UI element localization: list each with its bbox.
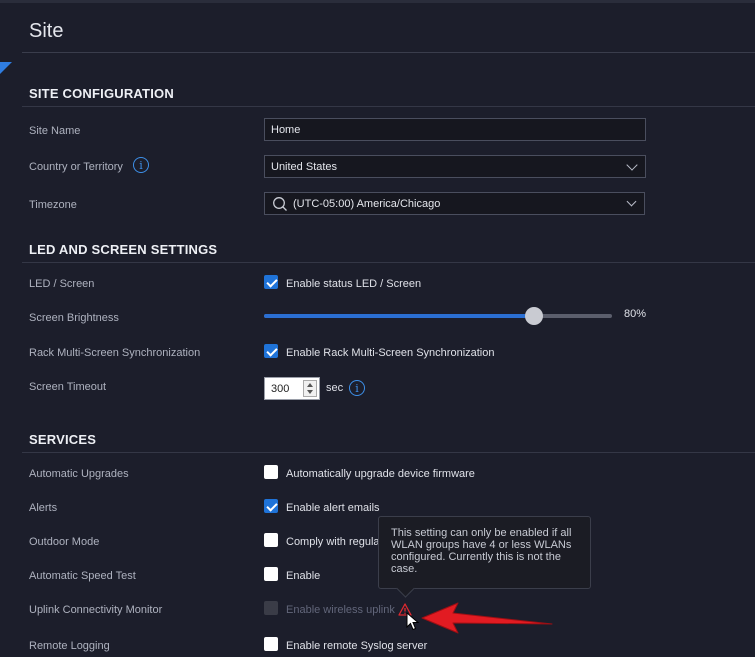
led-screen-option[interactable]: Enable status LED / Screen — [286, 278, 421, 290]
outdoor-mode-checkbox[interactable] — [264, 533, 278, 547]
uplink-monitor-option: Enable wireless uplink — [286, 604, 395, 616]
auto-upgrades-checkbox[interactable] — [264, 465, 278, 479]
brightness-slider[interactable] — [264, 314, 612, 318]
page-title: Site — [29, 20, 64, 42]
section-divider — [22, 106, 755, 107]
brightness-label: Screen Brightness — [29, 312, 119, 324]
section-heading-services: SERVICES — [29, 432, 97, 447]
timezone-select[interactable]: (UTC-05:00) America/Chicago — [264, 192, 645, 215]
stepper-arrows-icon[interactable] — [303, 380, 317, 397]
screen-timeout-value: 300 — [271, 382, 290, 395]
country-value: United States — [271, 160, 338, 173]
timezone-label: Timezone — [29, 199, 77, 211]
led-screen-checkbox[interactable] — [264, 275, 278, 289]
uplink-monitor-checkbox — [264, 601, 278, 615]
screen-timeout-stepper[interactable]: 300 — [264, 377, 320, 400]
red-arrow-annotation — [421, 602, 553, 634]
section-divider — [22, 262, 755, 263]
brightness-slider-thumb[interactable] — [525, 307, 543, 325]
outdoor-mode-option[interactable]: Comply with regula — [286, 536, 380, 548]
remote-logging-checkbox[interactable] — [264, 637, 278, 651]
screen-timeout-label: Screen Timeout — [29, 381, 107, 393]
country-select[interactable]: United States — [264, 155, 646, 178]
alerts-option[interactable]: Enable alert emails — [286, 502, 380, 514]
mouse-pointer-icon — [406, 612, 420, 631]
info-icon[interactable]: i — [349, 380, 365, 396]
remote-logging-option[interactable]: Enable remote Syslog server — [286, 640, 427, 652]
section-heading-led-screen: LED AND SCREEN SETTINGS — [29, 242, 218, 257]
speed-test-label: Automatic Speed Test — [29, 570, 136, 582]
tooltip-text: This setting can only be enabled if all … — [391, 527, 572, 575]
search-icon — [273, 197, 287, 211]
led-screen-label: LED / Screen — [29, 278, 95, 290]
auto-upgrades-option[interactable]: Automatically upgrade device firmware — [286, 468, 475, 480]
site-name-label: Site Name — [29, 125, 81, 137]
alerts-label: Alerts — [29, 502, 58, 514]
country-label: Country or Territory — [29, 161, 123, 173]
rack-sync-option[interactable]: Enable Rack Multi-Screen Synchronization — [286, 347, 495, 359]
speed-test-option[interactable]: Enable — [286, 570, 320, 582]
screen-timeout-unit: sec — [326, 382, 344, 394]
brightness-value: 80% — [624, 308, 647, 320]
site-name-value: Home — [271, 123, 301, 136]
chevron-down-icon — [626, 196, 637, 207]
section-heading-site-configuration: SITE CONFIGURATION — [29, 86, 174, 101]
info-icon[interactable]: i — [133, 157, 149, 173]
speed-test-checkbox[interactable] — [264, 567, 278, 581]
chevron-down-icon — [626, 159, 638, 171]
title-divider — [22, 52, 755, 53]
auto-upgrades-label: Automatic Upgrades — [29, 468, 129, 480]
rack-sync-checkbox[interactable] — [264, 344, 278, 358]
top-bar — [0, 0, 755, 3]
site-name-input[interactable]: Home — [264, 118, 646, 141]
uplink-monitor-label: Uplink Connectivity Monitor — [29, 604, 163, 616]
alerts-checkbox[interactable] — [264, 499, 278, 513]
section-divider — [22, 452, 755, 453]
brightness-slider-fill — [264, 314, 526, 318]
rack-sync-label: Rack Multi-Screen Synchronization — [29, 347, 201, 359]
uplink-warning-tooltip: This setting can only be enabled if all … — [378, 516, 591, 589]
outdoor-mode-label: Outdoor Mode — [29, 536, 100, 548]
corner-accent — [0, 62, 12, 74]
timezone-value: (UTC-05:00) America/Chicago — [293, 197, 441, 210]
remote-logging-label: Remote Logging — [29, 640, 110, 652]
